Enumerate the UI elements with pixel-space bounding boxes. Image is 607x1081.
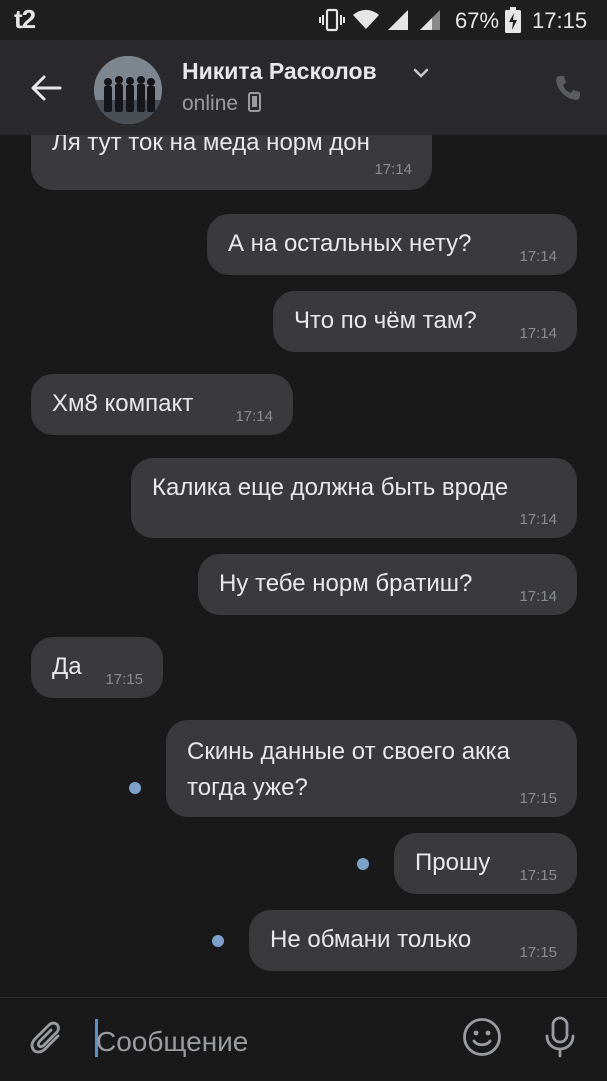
message-outgoing[interactable]: А на остальных нету? 17:14 bbox=[207, 214, 577, 275]
mobile-device-icon bbox=[247, 92, 261, 112]
paperclip-icon[interactable] bbox=[28, 1018, 68, 1058]
message-text: Что по чём там? bbox=[294, 307, 477, 334]
message-text: Не обмани только bbox=[270, 926, 472, 953]
message-text: Прошу bbox=[415, 849, 491, 876]
phone-call-icon[interactable] bbox=[553, 73, 583, 103]
message-time: 17:15 bbox=[519, 790, 557, 807]
message-outgoing[interactable]: Не обмани только 17:15 bbox=[249, 910, 577, 971]
message-text: Калика еще должна быть вроде bbox=[152, 474, 509, 501]
message-outgoing[interactable]: Скинь данные от своего акка тогда уже? 1… bbox=[166, 720, 577, 817]
contact-status-label: online bbox=[182, 92, 239, 115]
wifi-icon bbox=[353, 9, 379, 29]
contact-status: online bbox=[182, 92, 262, 116]
unread-dot bbox=[212, 935, 224, 947]
vibrate-icon bbox=[319, 8, 345, 32]
message-time: 17:14 bbox=[235, 408, 273, 425]
contact-name[interactable]: Никита Расколов bbox=[182, 58, 377, 85]
battery-percent: 67% bbox=[455, 8, 500, 33]
battery-icon bbox=[505, 7, 521, 33]
back-arrow-icon[interactable] bbox=[28, 70, 64, 106]
message-incoming[interactable]: Хм8 компакт 17:14 bbox=[31, 374, 293, 435]
message-time: 17:15 bbox=[105, 671, 143, 688]
status-time: 17:15 bbox=[532, 8, 588, 33]
message-time: 17:14 bbox=[374, 161, 412, 178]
chat-header: Никита Расколов online bbox=[0, 40, 607, 135]
message-text: Ну тебе норм братиш? bbox=[219, 570, 473, 597]
message-time: 17:14 bbox=[519, 325, 557, 342]
message-text: Да bbox=[52, 653, 82, 680]
avatar[interactable] bbox=[94, 56, 162, 124]
status-icons bbox=[318, 8, 444, 32]
message-outgoing[interactable]: Калика еще должна быть вроде 17:14 bbox=[131, 458, 577, 538]
signal-icon bbox=[388, 10, 408, 30]
carrier-label: t2 bbox=[14, 4, 36, 34]
message-text: Ля тут ток на меда норм дон bbox=[52, 135, 370, 156]
message-time: 17:15 bbox=[519, 867, 557, 884]
message-incoming[interactable]: Да 17:15 bbox=[31, 637, 163, 698]
unread-dot bbox=[129, 782, 141, 794]
message-time: 17:14 bbox=[519, 248, 557, 265]
unread-dot bbox=[357, 858, 369, 870]
message-text: Скинь данные от своего акка тогда уже? bbox=[187, 738, 510, 801]
message-list[interactable]: Ля тут ток на меда норм дон 17:14 А на о… bbox=[0, 135, 607, 997]
emoji-icon[interactable] bbox=[462, 1017, 502, 1057]
avatar-photo bbox=[94, 56, 162, 124]
microphone-icon[interactable] bbox=[540, 1015, 580, 1059]
message-text: А на остальных нету? bbox=[228, 230, 472, 257]
status-bar: t2 67% 17:15 bbox=[0, 0, 607, 40]
message-text: Хм8 компакт bbox=[52, 390, 194, 417]
chevron-down-icon[interactable] bbox=[412, 67, 430, 79]
signal-icon-2 bbox=[420, 10, 440, 30]
message-time: 17:15 bbox=[519, 944, 557, 961]
message-time: 17:14 bbox=[519, 588, 557, 605]
message-input[interactable] bbox=[96, 1022, 436, 1062]
message-outgoing[interactable]: Прошу 17:15 bbox=[394, 833, 577, 894]
message-time: 17:14 bbox=[519, 511, 557, 528]
message-composer bbox=[0, 997, 607, 1081]
message-outgoing[interactable]: Что по чём там? 17:14 bbox=[273, 291, 577, 352]
message-outgoing[interactable]: Ну тебе норм братиш? 17:14 bbox=[198, 554, 577, 615]
message-incoming[interactable]: Ля тут ток на меда норм дон 17:14 bbox=[31, 135, 432, 190]
